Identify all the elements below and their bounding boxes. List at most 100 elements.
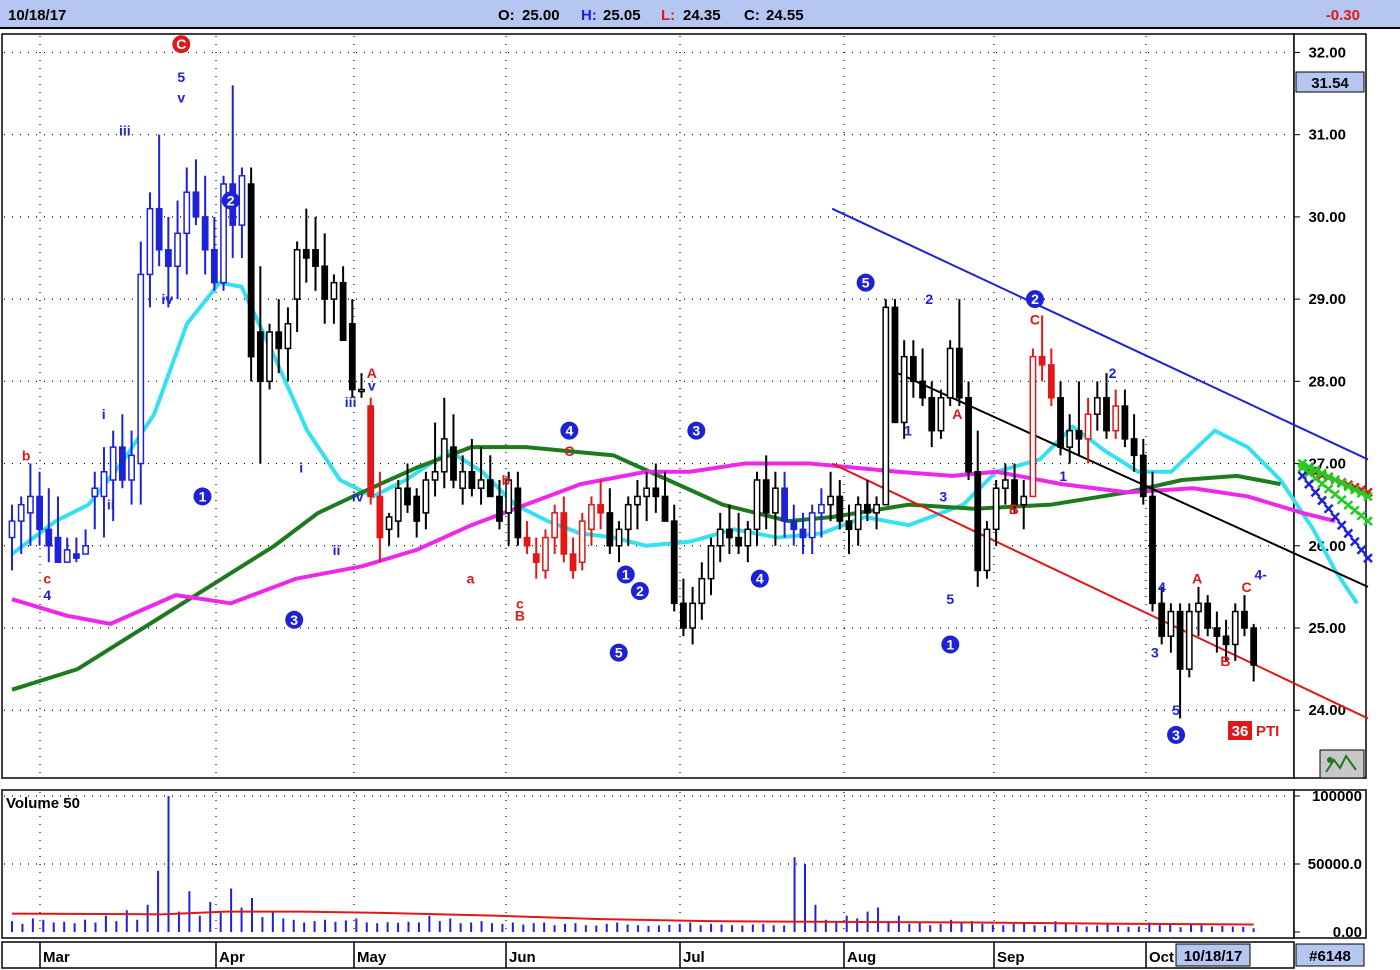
price-axis (1293, 33, 1367, 779)
candle-down (909, 355, 917, 383)
wave-label: b (502, 472, 511, 488)
candle-up (983, 528, 991, 572)
candle-up (716, 528, 724, 547)
candle-up (91, 487, 99, 498)
wave-circle-label: 3 (692, 423, 700, 439)
candle-down (1149, 495, 1156, 605)
candle-up (1195, 602, 1202, 613)
candle-down (560, 512, 568, 555)
symbol-id: #6148 (1309, 948, 1351, 965)
candle-down (210, 249, 218, 284)
candle-up (128, 454, 135, 481)
candle-up (698, 577, 706, 605)
candle-up (900, 355, 908, 424)
candle-down (836, 495, 844, 522)
candle-down (450, 446, 457, 481)
candle-up (358, 388, 365, 393)
candle-down (312, 249, 319, 267)
wave-label: C (1030, 312, 1040, 328)
candle-up (937, 397, 945, 432)
candle-down (1204, 602, 1212, 629)
candle-down (1250, 627, 1258, 666)
candle-down (597, 503, 605, 514)
wave-label: 1 (904, 423, 912, 439)
month-label: Aug (847, 949, 876, 966)
candle-up (1112, 405, 1120, 432)
high-label: H: (581, 7, 597, 24)
month-label: Mar (43, 949, 70, 966)
open-label: O: (498, 7, 515, 24)
candle-up (385, 516, 393, 531)
candle-down (468, 471, 476, 489)
chart-settings-button[interactable] (1319, 749, 1365, 779)
candle-down (496, 495, 503, 522)
pti-label: PTI (1256, 723, 1279, 740)
candle-up (753, 479, 761, 531)
close-value: 24.55 (766, 7, 804, 24)
wave-label: 2 (925, 291, 933, 307)
candle-up (284, 323, 292, 350)
candle-down (735, 536, 743, 547)
candle-down (339, 281, 347, 341)
candle-down (1222, 635, 1230, 646)
candle-up (63, 549, 71, 563)
candle-down (781, 487, 788, 522)
candle-up (238, 175, 246, 226)
candle-down (321, 265, 329, 300)
price-chart[interactable]: 10/18/17 O: 25.00 H: 25.05 L: 24.35 C: 2… (0, 0, 1400, 970)
candle-up (109, 446, 117, 481)
wave-label: iv (161, 291, 173, 307)
wave-circle-label: 2 (1031, 291, 1039, 307)
candle-up (689, 602, 697, 629)
candle-down (1038, 355, 1046, 366)
chart-window: 10/18/17 O: 25.00 H: 25.05 L: 24.35 C: 2… (0, 0, 1400, 970)
wave-label: v (368, 377, 376, 393)
tick-label: 29.00 (1308, 291, 1346, 308)
candle-down (45, 528, 53, 547)
wave-label: C (1242, 579, 1252, 595)
candle-down (652, 487, 660, 498)
candle-up (183, 191, 191, 235)
candle-up (174, 232, 181, 267)
candle-up (551, 512, 559, 539)
tick-label: 31.00 (1308, 127, 1346, 144)
month-label: Apr (219, 949, 245, 966)
candle-up (266, 331, 273, 383)
candle-down (348, 323, 356, 391)
candle-down (376, 495, 384, 539)
candle-down (1103, 397, 1110, 432)
last-price-text: 31.54 (1311, 75, 1349, 92)
candle-down (661, 495, 669, 522)
candle-up (817, 503, 825, 514)
wave-label: iii (345, 394, 357, 410)
candle-down (36, 495, 43, 531)
candle-down (955, 347, 963, 399)
month-label: Oct (1149, 949, 1174, 966)
low-label: L: (661, 7, 675, 24)
candle-down (54, 536, 62, 563)
candle-up (744, 528, 752, 547)
candle-up (82, 545, 89, 555)
candle-up (1020, 495, 1028, 506)
candle-up (146, 207, 154, 276)
wave-label: A (952, 406, 962, 422)
wave-label: B (515, 608, 525, 624)
candle-down (845, 520, 853, 531)
candle-down (164, 249, 172, 267)
volume-tick-label: 50000.0 (1308, 856, 1362, 873)
candle-down (275, 331, 283, 350)
candle-up (100, 471, 108, 498)
candle-down (1176, 610, 1184, 670)
month-label: May (357, 949, 387, 966)
candle-down (1121, 405, 1129, 440)
candle-down (486, 479, 494, 498)
wave-label: i (299, 460, 303, 476)
candle-up (422, 479, 430, 514)
wave-label: iv (352, 488, 364, 504)
wave-circle-label: 4 (565, 423, 573, 439)
wave-label: a (467, 571, 475, 587)
wave-circle-label: 3 (290, 612, 298, 628)
candle-up (578, 520, 586, 563)
month-label: Jul (683, 949, 705, 966)
candle-up (808, 512, 816, 539)
